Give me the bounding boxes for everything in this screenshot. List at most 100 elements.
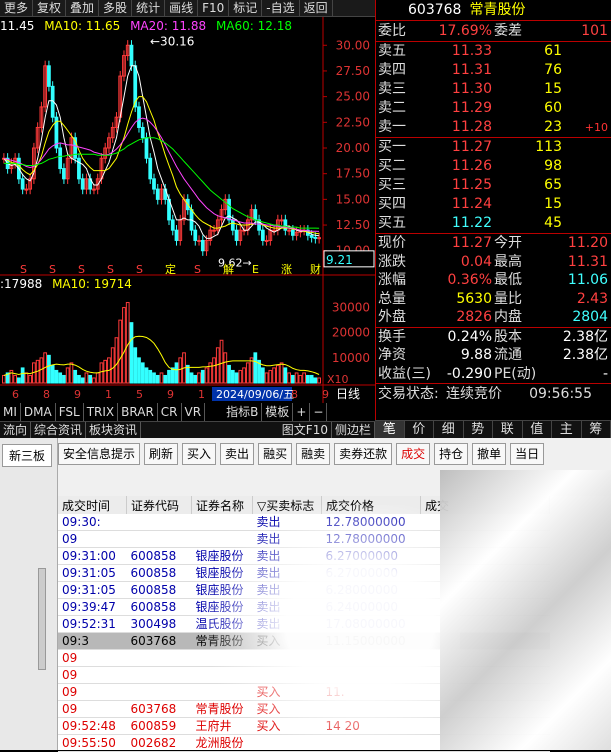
tab-chips[interactable]: 筹 xyxy=(582,421,611,439)
tab-f10[interactable]: 图文F10 xyxy=(279,422,332,439)
tab-sidebar[interactable]: 侧边栏 xyxy=(332,422,375,439)
tab-sector-news[interactable]: 板块资讯 xyxy=(86,422,141,439)
kline-chart[interactable]: 30.0027.5025.0022.5020.0017.5015.0012.50… xyxy=(0,17,375,417)
event-marker: 财 xyxy=(310,262,321,276)
margin-buy-button[interactable]: 融买 xyxy=(258,443,292,465)
volume-tick-label: 20000 xyxy=(332,326,370,340)
col-code[interactable]: 证券代码 xyxy=(127,496,192,514)
buy-level-4[interactable]: 买四 11.24 15 xyxy=(376,195,611,214)
sell-level-2[interactable]: 卖二 11.29 60 xyxy=(376,99,611,118)
tab-value[interactable]: 值 xyxy=(523,421,553,439)
buy-level-2[interactable]: 买二 11.26 98 xyxy=(376,157,611,176)
sell-level-5[interactable]: 卖五 11.33 61 xyxy=(376,42,611,61)
candle-body xyxy=(213,230,216,231)
tab-mi[interactable]: MI xyxy=(0,403,21,421)
volume-bar xyxy=(254,353,257,383)
toolbar-overlay[interactable]: 叠加 xyxy=(66,0,99,16)
filled-orders-button[interactable]: 成交 xyxy=(396,443,430,465)
tab-trend[interactable]: 势 xyxy=(464,421,494,439)
volume-bar xyxy=(250,358,253,383)
security-info-button[interactable]: 安全信息提示 xyxy=(58,443,140,465)
stat-value: - xyxy=(603,365,608,384)
tab-related[interactable]: 联 xyxy=(493,421,523,439)
tab-new-third-board[interactable]: 新三板 xyxy=(2,444,52,467)
tab-plus[interactable]: + xyxy=(293,403,310,421)
toolbar-mark[interactable]: 标记 xyxy=(229,0,262,16)
tab-news[interactable]: 综合资讯 xyxy=(31,422,86,439)
y-tick-label: 22.50 xyxy=(336,115,370,129)
sell-repay-button[interactable]: 卖券还款 xyxy=(334,443,392,465)
volume-bar xyxy=(141,363,144,383)
toolbar-draw-line[interactable]: 画线 xyxy=(165,0,198,16)
today-button[interactable]: 当日 xyxy=(510,443,544,465)
buy-button[interactable]: 买入 xyxy=(182,443,216,465)
buy-level-1[interactable]: 买一 11.27 113 xyxy=(376,138,611,157)
tab-vr[interactable]: VR xyxy=(182,403,206,421)
level-label: 买三 xyxy=(378,176,406,195)
tab-cr[interactable]: CR xyxy=(158,403,182,421)
volume-tick-label: 10000 xyxy=(332,351,370,365)
buy-level-5[interactable]: 买五 11.22 45 xyxy=(376,214,611,233)
margin-sell-button[interactable]: 融卖 xyxy=(296,443,330,465)
volume-bar xyxy=(243,368,246,383)
cell-code xyxy=(127,531,192,548)
volume-legend: :17988 MA10: 19714 xyxy=(0,276,132,292)
tab-indicator-b[interactable]: 指标B xyxy=(223,403,262,421)
sell-level-3[interactable]: 卖三 11.30 15 xyxy=(376,80,611,99)
volume-bar xyxy=(288,373,291,383)
stat-row: 收益(三) -0.290 PE(动) - xyxy=(376,365,611,384)
tab-tick[interactable]: 笔 xyxy=(375,421,405,439)
tab-brar[interactable]: BRAR xyxy=(118,403,158,421)
level-price: 11.24 xyxy=(452,195,492,214)
volume-value: 17988 xyxy=(4,277,42,291)
toolbar-fuquan[interactable]: 复权 xyxy=(33,0,66,16)
volume-bar xyxy=(63,375,66,383)
tab-flow[interactable]: 流向 xyxy=(0,422,31,439)
volume-bar xyxy=(284,368,287,383)
volume-bar xyxy=(138,358,141,383)
volume-bar xyxy=(276,365,279,383)
tab-trix[interactable]: TRIX xyxy=(84,403,118,421)
x-axis-digit: 1 xyxy=(105,388,112,401)
toolbar-statistics[interactable]: 统计 xyxy=(132,0,165,16)
level-price: 11.33 xyxy=(452,42,492,61)
cell-time: 09 xyxy=(58,684,127,701)
toolbar-more[interactable]: 更多 xyxy=(0,0,33,16)
tab-dma[interactable]: DMA xyxy=(21,403,56,421)
toolbar-multi-stock[interactable]: 多股 xyxy=(99,0,132,16)
refresh-button[interactable]: 刷新 xyxy=(144,443,178,465)
candle-body xyxy=(231,220,234,230)
level-volume: 23 xyxy=(544,118,562,137)
volume-bar xyxy=(295,373,298,383)
tab-price[interactable]: 价 xyxy=(405,421,435,439)
toolbar-back[interactable]: 返回 xyxy=(300,0,333,16)
trade-status-row: 交易状态: 连续竞价 09:56:55 xyxy=(376,384,611,404)
buy-level-3[interactable]: 买三 11.25 65 xyxy=(376,176,611,195)
toolbar-watchlist[interactable]: -自选 xyxy=(262,0,299,16)
tab-fsl[interactable]: FSL xyxy=(56,403,84,421)
event-marker: 解 xyxy=(223,262,234,276)
toolbar-f10[interactable]: F10 xyxy=(198,0,229,16)
tab-main[interactable]: 主 xyxy=(552,421,582,439)
level-label: 卖四 xyxy=(378,61,406,80)
tab-detail[interactable]: 细 xyxy=(434,421,464,439)
sell-button[interactable]: 卖出 xyxy=(220,443,254,465)
tab-minus[interactable]: − xyxy=(310,403,327,421)
sell-level-4[interactable]: 卖四 11.31 76 xyxy=(376,61,611,80)
sell-level-1[interactable]: 卖一 11.28 23 +10 xyxy=(376,118,611,137)
quote-tabs: 笔 价 细 势 联 值 主 筹 xyxy=(375,420,611,439)
level-volume: 45 xyxy=(544,214,562,233)
positions-button[interactable]: 持仓 xyxy=(434,443,468,465)
tab-template[interactable]: 模板 xyxy=(262,403,293,421)
candle-body xyxy=(171,220,174,230)
volume-bar xyxy=(145,368,148,383)
level-price: 11.26 xyxy=(452,157,492,176)
event-marker: 涨 xyxy=(281,263,292,276)
cancel-order-button[interactable]: 撤单 xyxy=(472,443,506,465)
candle-body xyxy=(141,127,144,137)
col-time[interactable]: 成交时间 xyxy=(58,496,127,514)
candle-body xyxy=(138,107,141,128)
volume-bar xyxy=(239,370,242,383)
stat-label: 量比 xyxy=(494,290,522,309)
sidebar-scrollbar[interactable] xyxy=(38,568,46,670)
